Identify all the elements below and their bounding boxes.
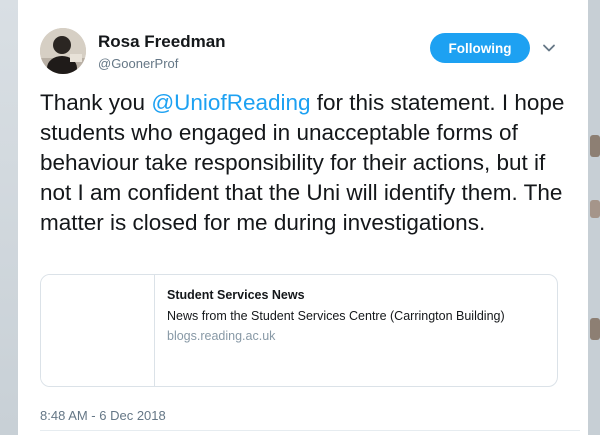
- divider: [40, 430, 580, 431]
- author-handle[interactable]: @GoonerProf: [98, 56, 178, 71]
- background-strip-right: [588, 0, 600, 435]
- avatar-image: [40, 28, 86, 74]
- avatar[interactable]: [40, 28, 86, 74]
- link-title: Student Services News: [167, 288, 305, 302]
- link-description: News from the Student Services Centre (C…: [167, 309, 505, 323]
- link-thumbnail: [41, 275, 155, 386]
- background-blob: [590, 318, 600, 340]
- mention-link[interactable]: @UniofReading: [151, 90, 310, 115]
- tweet-text-before: Thank you: [40, 90, 152, 115]
- tweet-text: Thank you @UniofReading for this stateme…: [40, 88, 580, 238]
- following-button[interactable]: Following: [430, 33, 530, 63]
- background-blob: [590, 135, 600, 157]
- author-name[interactable]: Rosa Freedman: [98, 32, 226, 52]
- background-blob: [590, 200, 600, 218]
- link-domain: blogs.reading.ac.uk: [167, 329, 276, 343]
- tweet-card: Rosa Freedman @GoonerProf Following Than…: [18, 0, 588, 435]
- chevron-down-icon[interactable]: [541, 40, 557, 56]
- background-strip-left: [0, 0, 18, 435]
- link-preview-card[interactable]: Student Services News News from the Stud…: [40, 274, 558, 387]
- tweet-timestamp[interactable]: 8:48 AM - 6 Dec 2018: [40, 408, 166, 423]
